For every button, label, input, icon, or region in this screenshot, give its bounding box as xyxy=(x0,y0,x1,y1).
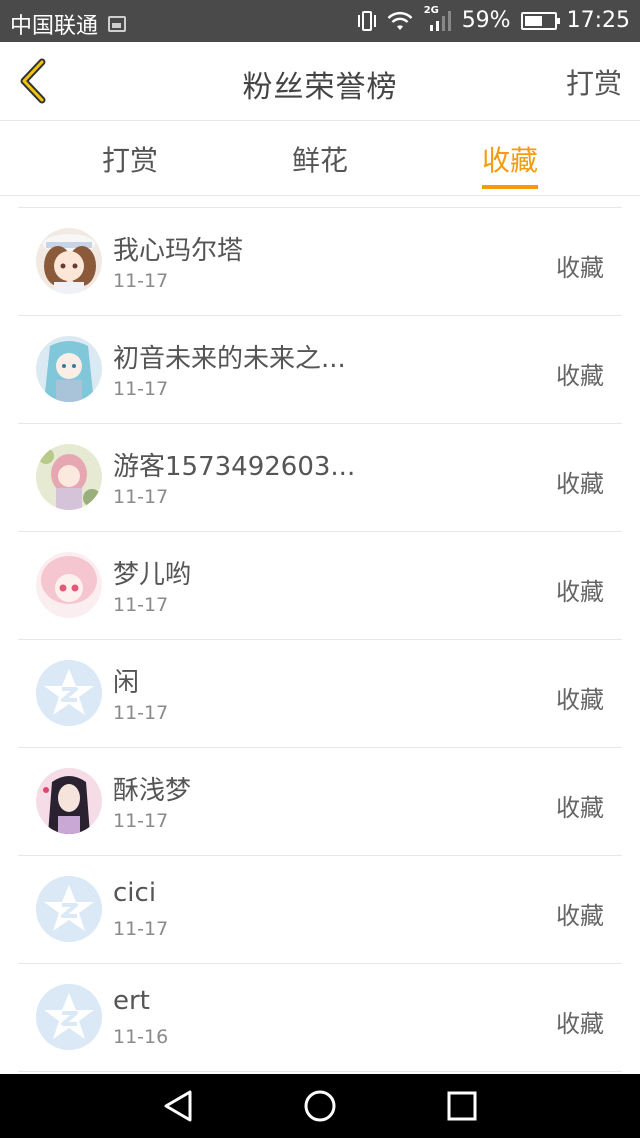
fan-name: 初音未来的未来之... xyxy=(113,344,346,374)
avatar xyxy=(36,228,102,294)
image-notification-icon xyxy=(108,16,127,32)
fan-date: 11-17 xyxy=(113,810,169,832)
recents-square-icon[interactable] xyxy=(444,1088,480,1124)
fan-date: 11-17 xyxy=(113,378,169,400)
fan-date: 11-17 xyxy=(113,270,169,292)
network-type: 2G xyxy=(423,4,439,16)
fan-name: 游客1573492603... xyxy=(113,452,356,482)
home-circle-icon[interactable] xyxy=(302,1088,338,1124)
default-avatar-icon xyxy=(36,876,102,942)
fan-date: 11-17 xyxy=(113,594,169,616)
fan-name: 闲 xyxy=(113,668,140,698)
avatar xyxy=(36,336,102,402)
fan-name: ert xyxy=(113,986,150,1016)
fan-name: 梦儿哟 xyxy=(113,560,192,590)
list-item[interactable]: 梦儿哟 11-17 收藏 xyxy=(18,532,622,640)
avatar xyxy=(36,768,102,834)
vibrate-icon xyxy=(357,9,376,33)
list-item[interactable]: 酥浅梦 11-17 收藏 xyxy=(18,748,622,856)
fan-date: 11-17 xyxy=(113,702,169,724)
page-title: 粉丝荣誉榜 xyxy=(242,70,398,105)
fan-action: 收藏 xyxy=(556,794,604,822)
fan-date: 11-16 xyxy=(113,1026,169,1048)
signal-icon: 2G xyxy=(424,5,452,33)
fan-date: 11-17 xyxy=(113,486,169,508)
avatar xyxy=(36,444,102,510)
fan-action: 收藏 xyxy=(556,470,604,498)
fan-action: 收藏 xyxy=(556,902,604,930)
list-item[interactable]: 游客1573492603... 11-17 收藏 xyxy=(18,424,622,532)
battery-percent: 59% xyxy=(461,8,511,33)
tab-label: 打赏 xyxy=(102,144,159,177)
app-header: 粉丝荣誉榜 打赏 xyxy=(0,42,640,121)
tab-label: 鲜花 xyxy=(292,144,349,177)
list-item[interactable]: ert 11-16 收藏 xyxy=(18,964,622,1072)
system-nav-bar xyxy=(0,1074,640,1138)
tab-flowers[interactable]: 鲜花 xyxy=(292,139,348,179)
status-bar: 中国联通 2G 59% 17:25 xyxy=(0,0,640,42)
tab-reward[interactable]: 打赏 xyxy=(102,139,158,179)
fan-date: 11-17 xyxy=(113,918,169,940)
fan-name: 我心玛尔塔 xyxy=(113,236,244,266)
tab-bar: 打赏 鲜花 收藏 xyxy=(0,121,640,196)
fan-name: cici xyxy=(113,878,157,908)
avatar xyxy=(36,552,102,618)
battery-icon xyxy=(520,11,560,30)
back-triangle-icon[interactable] xyxy=(160,1088,196,1124)
list-item[interactable]: 闲 11-17 收藏 xyxy=(18,640,622,748)
fan-action: 收藏 xyxy=(556,686,604,714)
fan-list: 我心玛尔塔 11-17 收藏 初音未来的未来之... 11-17 收藏 游客15… xyxy=(18,207,622,1072)
fan-action: 收藏 xyxy=(556,1010,604,1038)
list-item[interactable]: cici 11-17 收藏 xyxy=(18,856,622,964)
clock: 17:25 xyxy=(566,8,630,33)
fan-action: 收藏 xyxy=(556,362,604,390)
tab-label: 收藏 xyxy=(482,144,539,177)
reward-button[interactable]: 打赏 xyxy=(566,62,622,102)
wifi-icon xyxy=(387,11,413,30)
fan-name: 酥浅梦 xyxy=(113,776,192,806)
default-avatar-icon xyxy=(36,660,102,726)
list-item[interactable]: 我心玛尔塔 11-17 收藏 xyxy=(18,208,622,316)
fan-action: 收藏 xyxy=(556,254,604,282)
carrier-label: 中国联通 xyxy=(10,14,99,39)
default-avatar-icon xyxy=(36,984,102,1050)
list-item[interactable]: 初音未来的未来之... 11-17 收藏 xyxy=(18,316,622,424)
tab-favorites[interactable]: 收藏 xyxy=(482,139,539,189)
fan-action: 收藏 xyxy=(556,578,604,606)
active-tab-indicator xyxy=(482,185,539,189)
